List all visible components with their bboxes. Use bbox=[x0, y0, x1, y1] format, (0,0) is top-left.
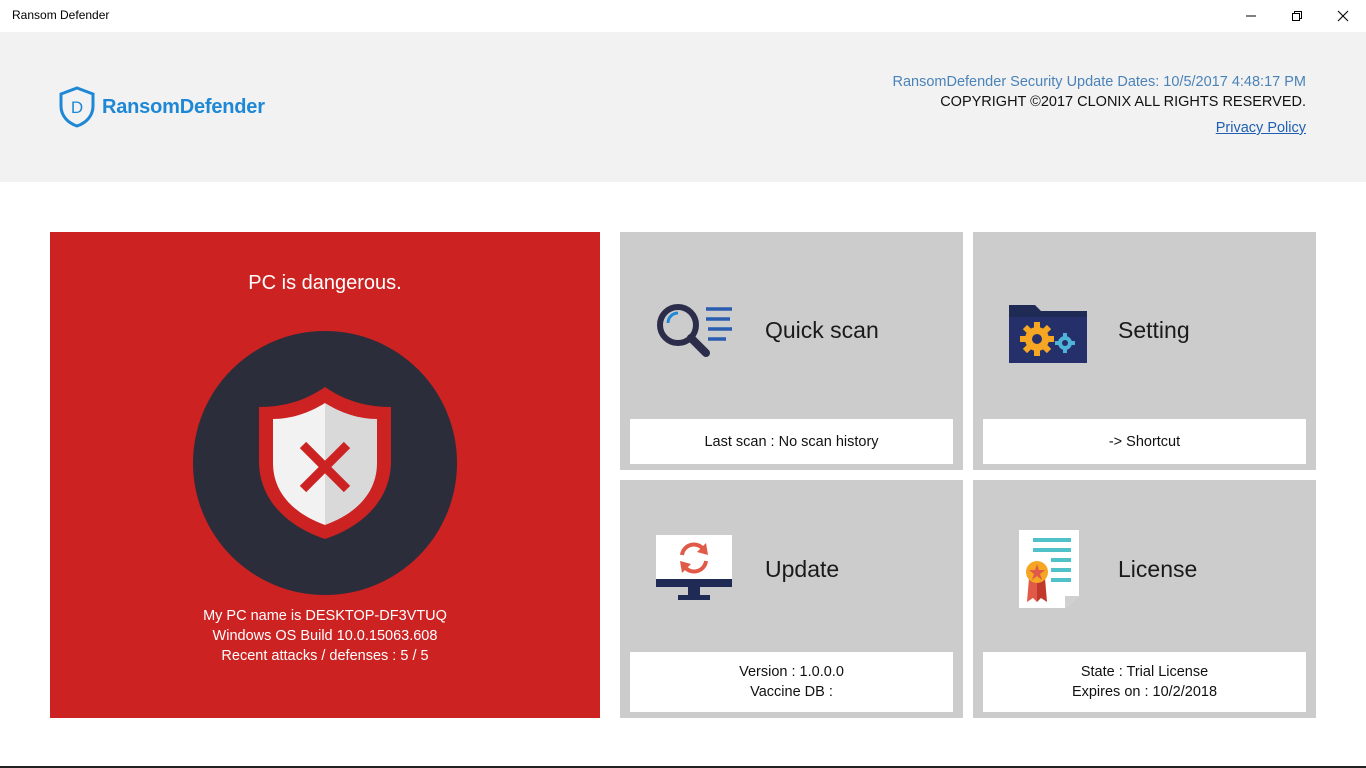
last-scan: Last scan : No scan history bbox=[704, 433, 879, 450]
update-dates: RansomDefender Security Update Dates: 10… bbox=[892, 74, 1307, 90]
update-tile[interactable]: Update Version : 1.0.0.0 Vaccine DB : bbox=[620, 480, 963, 718]
status-circle bbox=[193, 331, 457, 595]
certificate-icon bbox=[1007, 528, 1089, 610]
shield-logo-icon: D bbox=[59, 86, 95, 128]
header-info: RansomDefender Security Update Dates: 10… bbox=[893, 72, 1307, 138]
status-panel: PC is dangerous. My PC name is DESKTOP-D… bbox=[50, 232, 600, 718]
scan-magnifier-icon bbox=[654, 292, 736, 374]
setting-info[interactable]: -> Shortcut bbox=[983, 419, 1306, 464]
vaccine-db: Vaccine DB : bbox=[750, 684, 833, 700]
version: Version : 1.0.0.0 bbox=[739, 664, 844, 680]
shield-x-icon bbox=[259, 387, 391, 539]
shortcut-link[interactable]: -> Shortcut bbox=[983, 432, 1306, 452]
minimize-button[interactable] bbox=[1228, 0, 1274, 32]
quick-scan-tile[interactable]: Quick scan Last scan : No scan history bbox=[620, 232, 963, 470]
folder-gears-icon bbox=[1007, 292, 1089, 374]
license-expires: Expires on : 10/2/2018 bbox=[1071, 684, 1218, 700]
status-heading: PC is dangerous. bbox=[248, 272, 402, 294]
monitor-refresh-icon bbox=[654, 528, 736, 610]
update-info: Version : 1.0.0.0 Vaccine DB : bbox=[630, 652, 953, 712]
window-title: Ransom Defender bbox=[12, 8, 110, 22]
os-build: Windows OS Build 10.0.15063.608 bbox=[212, 628, 438, 644]
license-tile[interactable]: License State : Trial License Expires on… bbox=[973, 480, 1316, 718]
privacy-policy-link[interactable]: Privacy Policy bbox=[1216, 118, 1306, 138]
restore-icon bbox=[1292, 11, 1302, 21]
minimize-icon bbox=[1246, 15, 1256, 17]
app-header: D RansomDefender RansomDefender Security… bbox=[0, 32, 1366, 182]
svg-text:D: D bbox=[71, 98, 83, 117]
copyright: COPYRIGHT ©2017 CLONIX ALL RIGHTS RESERV… bbox=[940, 94, 1306, 110]
close-button[interactable] bbox=[1320, 0, 1366, 32]
quick-scan-title: Quick scan bbox=[765, 317, 879, 343]
license-state: State : Trial License bbox=[1080, 664, 1209, 680]
license-info: State : Trial License Expires on : 10/2/… bbox=[983, 652, 1306, 712]
update-title: Update bbox=[765, 556, 840, 582]
brand-name: RansomDefender bbox=[102, 95, 265, 118]
restore-button[interactable] bbox=[1274, 0, 1320, 32]
quick-scan-info: Last scan : No scan history bbox=[630, 419, 953, 464]
close-icon bbox=[1337, 10, 1349, 22]
license-title: License bbox=[1118, 556, 1198, 582]
attacks-defenses: Recent attacks / defenses : 5 / 5 bbox=[221, 648, 429, 664]
pc-name: My PC name is DESKTOP-DF3VTUQ bbox=[203, 608, 447, 624]
setting-tile[interactable]: Setting -> Shortcut bbox=[973, 232, 1316, 470]
pc-info: My PC name is DESKTOP-DF3VTUQ Windows OS… bbox=[50, 606, 600, 666]
app-logo: D RansomDefender bbox=[58, 86, 265, 128]
setting-title: Setting bbox=[1118, 317, 1190, 343]
title-bar: Ransom Defender bbox=[0, 0, 1366, 32]
